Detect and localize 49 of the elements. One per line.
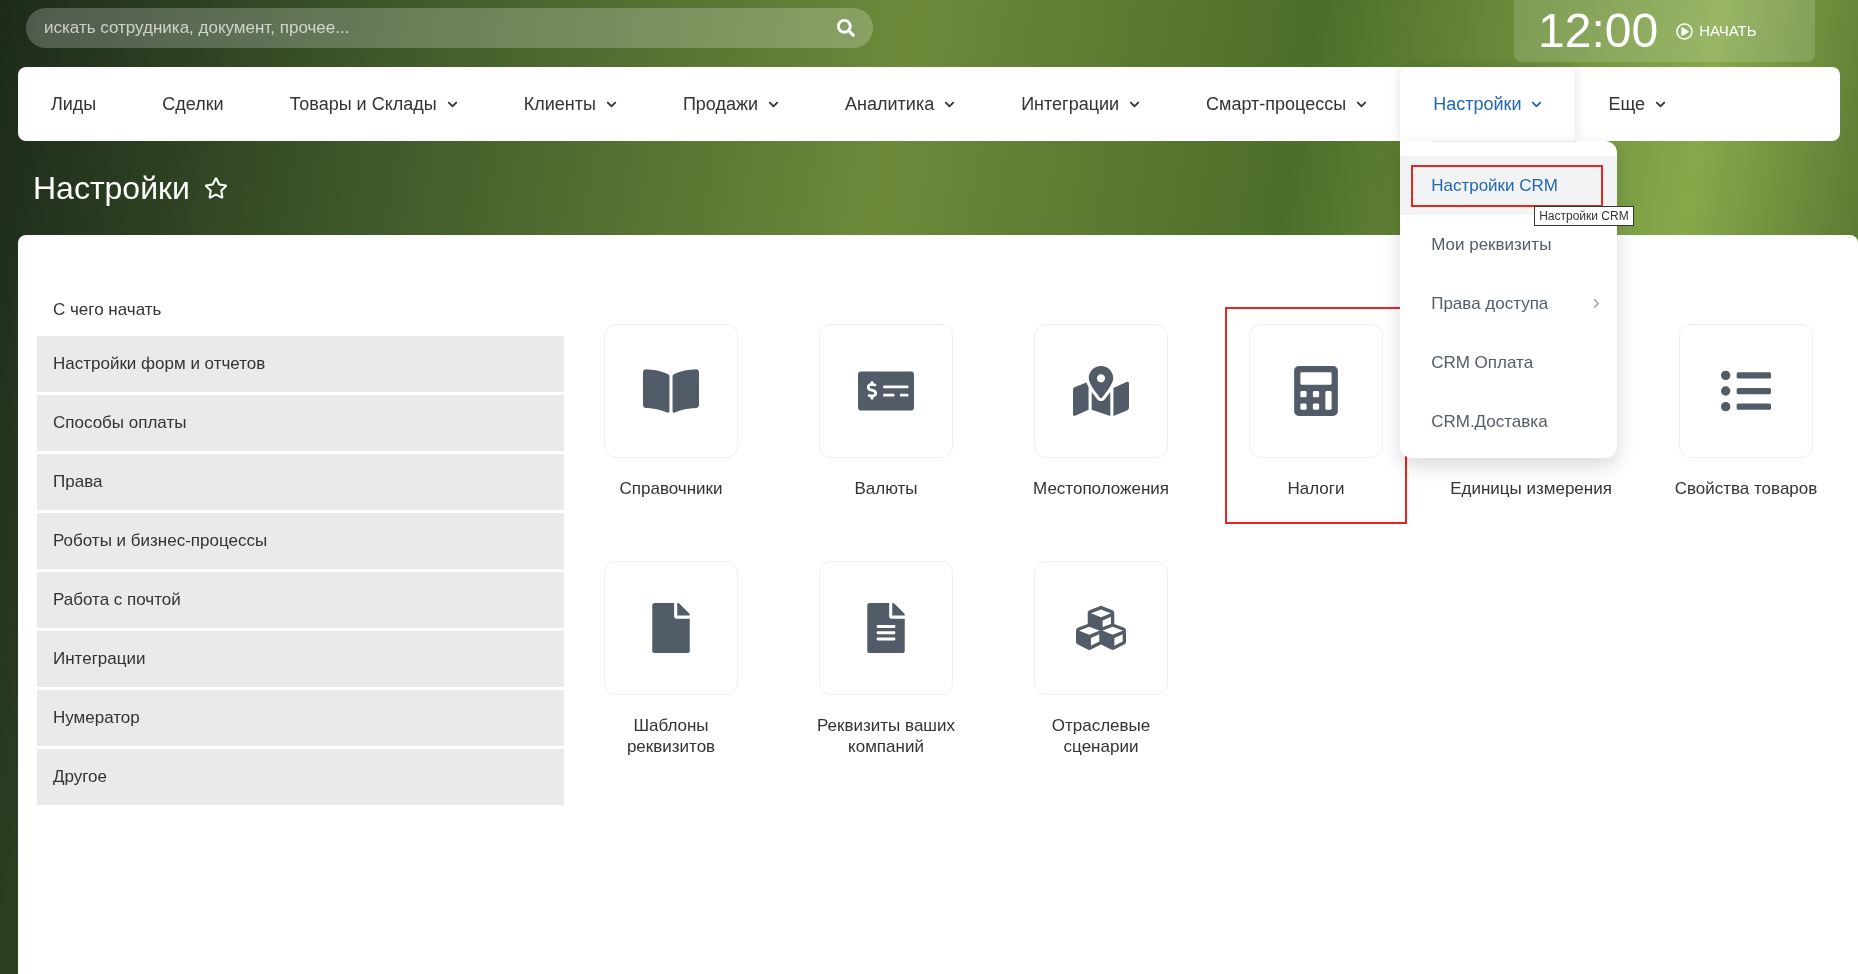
clock-time: 12:00 [1538, 7, 1659, 55]
nav-tab[interactable]: Товары и Склады [256, 67, 491, 141]
chevron-icon [1592, 298, 1602, 309]
sidebar-item[interactable]: Работа с почтой [37, 572, 564, 628]
menu-item[interactable]: CRM Оплата [1400, 333, 1618, 392]
sidebar-item[interactable]: Нумератор [37, 690, 564, 746]
nav-tab[interactable]: Еще [1575, 67, 1700, 141]
sidebar-item[interactable]: Интеграции [37, 631, 564, 687]
settings-tile[interactable] [1034, 561, 1168, 695]
play-icon [1676, 22, 1694, 40]
nav-tab[interactable]: Клиенты [490, 67, 650, 141]
tile-label: Шаблоны реквизитов [625, 715, 717, 757]
star-icon[interactable] [203, 176, 228, 200]
nav-tab[interactable]: Сделки [129, 67, 257, 141]
tile-label: Справочники [618, 478, 724, 499]
search-icon[interactable] [837, 19, 855, 37]
sidebar-item[interactable]: Другое [37, 749, 564, 805]
section-title: С чего начать [52, 299, 163, 321]
map-icon [1073, 366, 1129, 416]
sidebar-item[interactable]: Способы оплаты [37, 395, 564, 451]
tile-label: Реквизиты ваших компаний [816, 715, 956, 757]
menu-item[interactable]: Права доступа [1400, 274, 1618, 333]
nav-tab[interactable]: Настройки [1400, 67, 1576, 141]
settings-tile[interactable] [819, 561, 953, 695]
tooltip: Настройки CRM [1534, 206, 1634, 226]
settings-tile[interactable] [819, 324, 953, 458]
page-title: Настройки [33, 169, 190, 208]
tile-label: Местоположения [1032, 478, 1170, 499]
menu-item[interactable]: CRM.Доставка [1400, 392, 1618, 451]
nav-tab[interactable]: Смарт-процессы [1173, 67, 1401, 141]
settings-tile[interactable] [604, 324, 738, 458]
nav-tab[interactable]: Продажи [649, 67, 813, 141]
nav-tab[interactable]: Аналитика [812, 67, 989, 141]
settings-tile[interactable] [1679, 324, 1813, 458]
nav-tab[interactable]: Интеграции [988, 67, 1174, 141]
tile-label: Валюты [853, 478, 919, 499]
sidebar-item[interactable]: Права [37, 454, 564, 510]
tile-label: Свойства товаров [1673, 478, 1819, 499]
nav-tab[interactable]: Лиды [18, 67, 130, 141]
book-icon [643, 366, 699, 416]
sidebar-item[interactable]: Роботы и бизнес-процессы [37, 513, 564, 569]
sidebar-item[interactable]: Настройки форм и отчетов [37, 336, 564, 392]
tile-label: Налоги [1286, 478, 1346, 499]
tile-label: Единицы измерения [1449, 478, 1613, 499]
tile-label: Отраслевые сценарии [1050, 715, 1152, 757]
settings-tile[interactable] [1034, 324, 1168, 458]
cubes-icon [1073, 603, 1129, 653]
settings-tile[interactable] [1249, 324, 1383, 458]
settings-tile[interactable] [604, 561, 738, 695]
